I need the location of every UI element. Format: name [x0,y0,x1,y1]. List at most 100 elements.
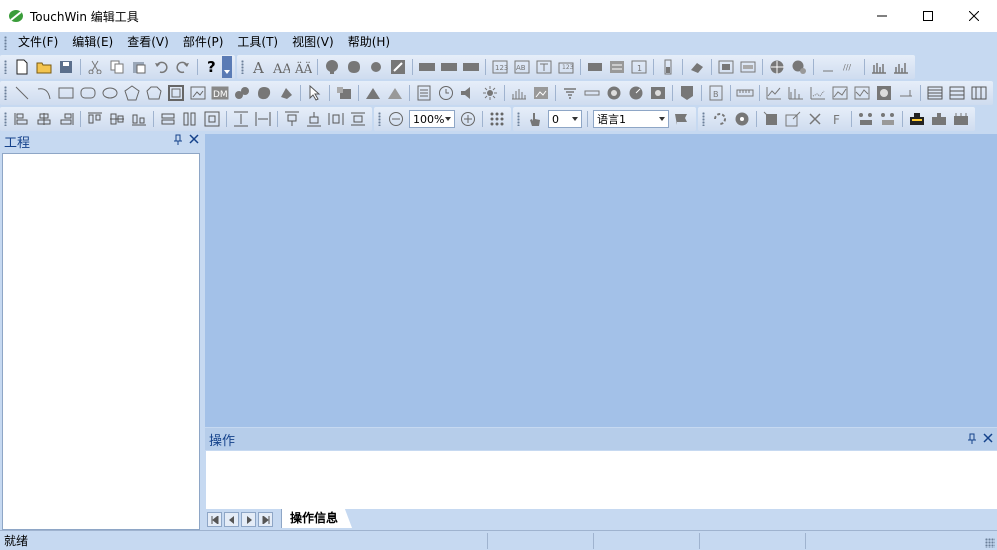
arc-tool-button[interactable] [33,82,55,104]
distribute-h-button[interactable] [252,108,274,130]
distribute-v-button[interactable] [230,108,252,130]
bring-front-button[interactable] [281,108,303,130]
speaker-button[interactable] [457,82,479,104]
report-button[interactable] [413,82,435,104]
line-tool-button[interactable] [11,82,33,104]
function-f-button[interactable]: F [826,108,848,130]
globe-link-button[interactable] [788,56,810,78]
align-center-button[interactable] [33,108,55,130]
paste-button[interactable] [128,56,150,78]
new-object-button[interactable] [760,108,782,130]
zoom-select[interactable]: 100% [409,110,455,128]
frame-tool-button[interactable] [165,82,187,104]
baseline-button[interactable] [895,82,917,104]
area-chart-button[interactable] [829,82,851,104]
sun-button[interactable] [479,82,501,104]
download-button[interactable] [906,108,928,130]
hand-tool-button[interactable] [524,108,546,130]
text-tool-button[interactable]: A [248,56,270,78]
grid-button[interactable] [486,108,508,130]
menu-view[interactable]: 查看(V) [120,33,176,52]
keypad-button[interactable] [606,56,628,78]
document-button[interactable]: B [705,82,727,104]
picture-button[interactable] [530,82,552,104]
toolbar-grip[interactable] [702,112,705,126]
data-display-button[interactable]: 123 [489,56,511,78]
rectangle-tool-button[interactable] [55,82,77,104]
switch-tool-button[interactable] [365,56,387,78]
bar-chart-button[interactable] [868,56,890,78]
same-size-button[interactable] [201,108,223,130]
center-v-button[interactable] [347,108,369,130]
ellipse-tool-button[interactable] [99,82,121,104]
tab-last-button[interactable] [258,512,273,527]
recipe-button[interactable] [647,82,669,104]
tab-prev-button[interactable] [224,512,239,527]
help-button[interactable]: ? [201,56,223,78]
save-button[interactable] [55,56,77,78]
pie-chart-button[interactable] [873,82,895,104]
rect-button-2[interactable] [438,56,460,78]
resize-grip[interactable] [985,538,995,548]
tube-button[interactable] [657,56,679,78]
alarm-button[interactable] [559,82,581,104]
table-3-button[interactable] [968,82,990,104]
select-tool-button[interactable] [304,82,326,104]
scatter-chart-button[interactable] [851,82,873,104]
center-h-button[interactable] [325,108,347,130]
network-1-button[interactable] [855,108,877,130]
function-key-button[interactable] [387,56,409,78]
pentagon-tool-button[interactable] [143,82,165,104]
same-width-button[interactable] [179,108,201,130]
dm-tool-button[interactable]: DM [209,82,231,104]
gauge-button[interactable] [625,82,647,104]
pin-icon[interactable] [967,433,977,445]
toolbar-grip[interactable] [517,112,520,126]
zoom-in-button[interactable] [457,108,479,130]
toolbar-grip[interactable] [241,60,244,74]
image-tool-button[interactable] [187,82,209,104]
menu-help[interactable]: 帮助(H) [341,33,397,52]
pin-icon[interactable] [173,134,183,146]
menu-grip[interactable] [4,35,7,50]
edit-object-button[interactable] [782,108,804,130]
align-middle-button[interactable] [106,108,128,130]
toolbar-grip[interactable] [4,86,7,100]
editor-workspace[interactable] [205,134,997,427]
data-input-button[interactable] [533,56,555,78]
char-display-button[interactable]: AB [511,56,533,78]
shape2-tool-button[interactable] [275,82,297,104]
counter-button[interactable]: 1 [628,56,650,78]
flag-button[interactable] [671,108,693,130]
radiation-button[interactable] [731,108,753,130]
line-chart-button[interactable] [763,82,785,104]
button-tool-button[interactable] [343,56,365,78]
window-button[interactable] [715,56,737,78]
keyboard-button[interactable] [584,56,606,78]
project-tree[interactable] [2,153,200,530]
delete-object-button[interactable] [804,108,826,130]
undo-button[interactable] [150,56,172,78]
menu-parts[interactable]: 部件(P) [176,33,231,52]
close-icon[interactable] [189,134,199,144]
tab-operation-info[interactable]: 操作信息 [281,509,353,528]
lamp-tool-button[interactable] [321,56,343,78]
close-button[interactable] [951,0,997,32]
upload-button[interactable] [928,108,950,130]
globe-button[interactable] [766,56,788,78]
screen-button[interactable] [737,56,759,78]
hatch-button[interactable]: /// [839,56,861,78]
rect-button-3[interactable] [460,56,482,78]
badge-button[interactable] [676,82,698,104]
state-select[interactable]: 0 [548,110,582,128]
tab-first-button[interactable] [207,512,222,527]
table-1-button[interactable] [924,82,946,104]
menu-tools[interactable]: 工具(T) [230,33,285,52]
output-content[interactable] [206,451,997,509]
shape-tool-button[interactable] [253,82,275,104]
tab-next-button[interactable] [241,512,256,527]
close-icon[interactable] [983,433,993,443]
numeric-input-button[interactable]: 123 [555,56,577,78]
redo-button[interactable] [172,56,194,78]
xy-chart-button[interactable] [807,82,829,104]
